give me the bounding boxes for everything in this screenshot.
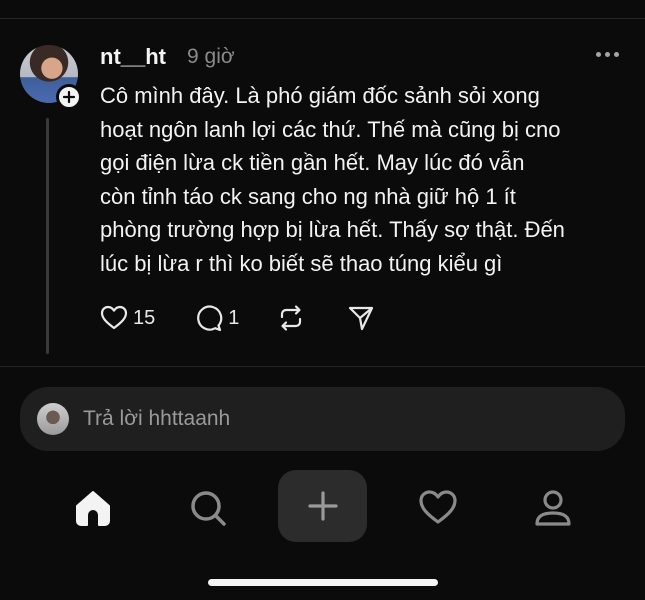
share-button[interactable] <box>347 304 375 332</box>
nav-profile[interactable] <box>525 470 581 546</box>
comment-icon <box>197 305 223 332</box>
repost-icon <box>281 305 302 331</box>
thread-line <box>46 118 49 354</box>
nav-compose[interactable] <box>278 470 367 542</box>
nav-activity[interactable] <box>410 470 466 546</box>
more-icon[interactable] <box>596 52 619 57</box>
home-indicator[interactable] <box>208 579 438 586</box>
comment-button[interactable]: 1 <box>195 304 239 332</box>
author-username[interactable]: nt__ht <box>100 44 166 70</box>
post-timestamp: 9 giờ <box>187 45 235 68</box>
heart-icon <box>419 490 457 524</box>
nav-home[interactable] <box>65 470 121 546</box>
top-divider <box>0 18 645 19</box>
reply-count: 1 <box>228 306 240 329</box>
nav-search[interactable] <box>180 470 236 546</box>
heart-icon <box>100 305 128 330</box>
search-icon <box>191 491 226 526</box>
plus-icon <box>307 491 338 521</box>
plus-icon <box>62 90 76 104</box>
send-icon <box>349 306 374 331</box>
like-count: 15 <box>133 306 156 329</box>
post-actions: 15 1 <box>100 303 375 333</box>
profile-icon <box>535 490 571 526</box>
follow-button[interactable] <box>56 84 82 110</box>
like-button[interactable]: 15 <box>100 305 155 331</box>
post-text: Cô mình đây. Là phó giám đốc sảnh sỏi xo… <box>100 83 565 276</box>
section-divider <box>0 366 645 367</box>
home-icon <box>76 491 110 526</box>
user-avatar <box>37 403 69 435</box>
repost-button[interactable] <box>277 304 305 332</box>
reply-input[interactable]: Trả lời hhttaanh <box>20 387 625 451</box>
bottom-nav <box>0 470 645 550</box>
reply-placeholder: Trả lời hhttaanh <box>83 407 231 430</box>
